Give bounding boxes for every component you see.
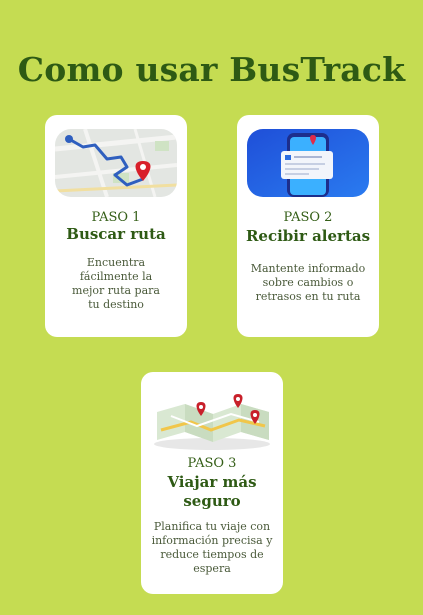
folded-map-icon (151, 386, 273, 454)
step-description: Mantente informado sobre cambios o retra… (250, 262, 366, 303)
step-title: Buscar ruta (66, 225, 166, 243)
step-title: Viajar más seguro (167, 473, 257, 510)
step-description: Encuentra fácilmente la mejor ruta para … (72, 256, 160, 311)
phone-notification-icon (247, 129, 369, 197)
step-card-2[interactable]: PASO 2 Recibir alertas Mantente informad… (237, 115, 379, 337)
step-number: PASO 3 (187, 456, 237, 471)
step-title: Recibir alertas (245, 227, 371, 245)
step-number: PASO 2 (283, 210, 333, 225)
step-description: Planifica tu viaje con información preci… (151, 520, 273, 575)
step-card-1[interactable]: PASO 1 Buscar ruta Encuentra fácilmente … (45, 115, 187, 337)
page-title: Como usar BusTrack (17, 50, 406, 89)
step-number: PASO 1 (91, 210, 141, 225)
step-card-3[interactable]: PASO 3 Viajar más seguro Planifica tu vi… (141, 372, 283, 594)
map-route-icon (55, 129, 177, 197)
